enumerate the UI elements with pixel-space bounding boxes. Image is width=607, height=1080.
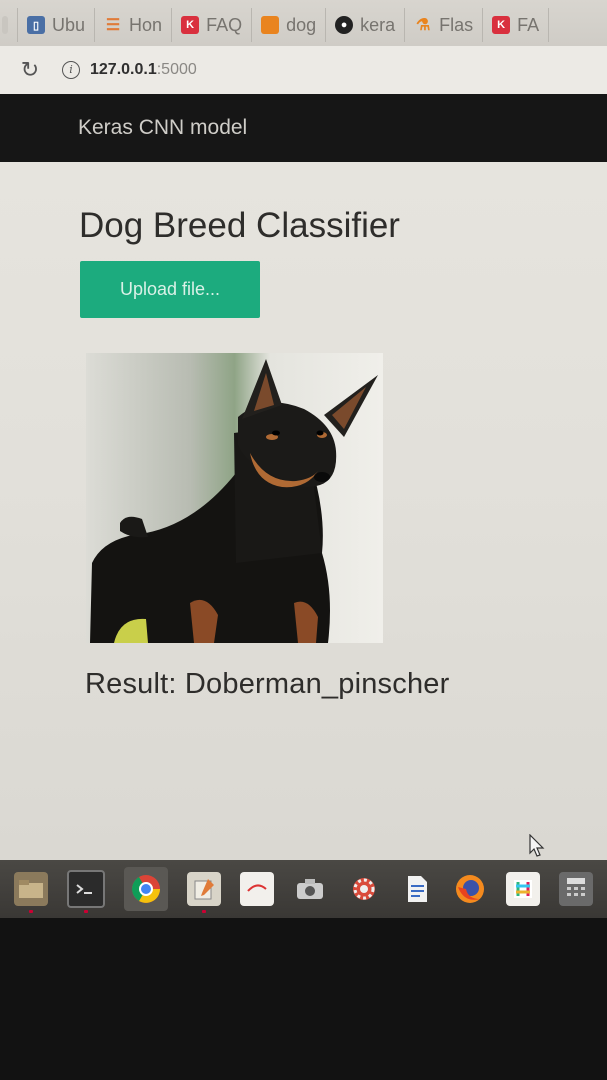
- bookmark-icon: ▯: [27, 16, 45, 34]
- upload-file-button[interactable]: Upload file...: [80, 261, 260, 318]
- result-text: Result: Doberman_pinscher: [85, 668, 450, 700]
- monitor-bezel: [0, 918, 607, 1080]
- tab-label: FAQ: [206, 14, 243, 35]
- navbar-brand[interactable]: Keras CNN model: [78, 116, 247, 140]
- main-content: Dog Breed Classifier Upload file... Resu…: [0, 162, 607, 860]
- partial-tab-icon: [2, 16, 8, 34]
- github-icon: ●: [335, 16, 354, 34]
- flask-icon: ⚗: [415, 17, 431, 34]
- address-bar: ↻ i 127.0.0.1:5000: [0, 46, 607, 95]
- dog-photo: [86, 353, 383, 643]
- url-port: :5000: [156, 61, 197, 78]
- tab-label: Hon: [129, 14, 163, 35]
- browser-screen: ▯ Ubu ☰ Hon K FAQ dog ● kera ⚗ Flas K FA…: [0, 0, 607, 860]
- url-field[interactable]: i 127.0.0.1:5000: [62, 61, 197, 79]
- navbar: Keras CNN model: [0, 94, 607, 162]
- tab-flask[interactable]: ⚗ Flas: [405, 8, 484, 42]
- camera-icon[interactable]: [293, 872, 327, 906]
- orange-page-icon: [261, 16, 280, 34]
- settings-icon[interactable]: [347, 872, 381, 906]
- tab-keras[interactable]: ● kera: [326, 8, 406, 42]
- calculator-icon[interactable]: [559, 872, 594, 906]
- text-editor-icon[interactable]: [187, 872, 222, 913]
- info-icon[interactable]: i: [62, 61, 80, 79]
- tab-partial[interactable]: [0, 8, 18, 42]
- tab-label: dog: [286, 14, 317, 35]
- page-title: Dog Breed Classifier: [79, 206, 400, 245]
- tab-label: Flas: [439, 14, 474, 35]
- kaggle-k-icon: K: [492, 16, 511, 34]
- tab-label: FA: [517, 14, 540, 35]
- url-host: 127.0.0.1: [90, 61, 157, 78]
- running-indicator: [202, 910, 207, 913]
- tab-label: Ubu: [52, 14, 86, 35]
- terminal-icon[interactable]: [66, 870, 105, 913]
- impress-icon[interactable]: [240, 872, 275, 906]
- stackoverflow-icon: ☰: [105, 17, 121, 34]
- tab-dog[interactable]: dog: [252, 8, 327, 42]
- tab-faq[interactable]: K FAQ: [172, 8, 253, 42]
- chrome-icon[interactable]: [123, 867, 168, 911]
- tab-faq-2[interactable]: K FA: [483, 8, 550, 42]
- firefox-icon[interactable]: [453, 872, 487, 906]
- files-icon[interactable]: [13, 872, 48, 913]
- tab-home[interactable]: ☰ Hon: [95, 8, 173, 42]
- mouse-cursor-icon: [529, 834, 545, 857]
- tab-strip: ▯ Ubu ☰ Hon K FAQ dog ● kera ⚗ Flas K FA: [0, 0, 607, 46]
- kaggle-k-icon: K: [181, 16, 200, 34]
- doberman-image: [86, 353, 383, 643]
- running-indicator: [28, 910, 33, 913]
- taskbar: [0, 860, 607, 918]
- tab-ubuntu[interactable]: ▯ Ubu: [18, 8, 96, 42]
- writer-icon[interactable]: [400, 872, 434, 906]
- running-indicator: [83, 910, 88, 913]
- slack-icon[interactable]: [506, 872, 541, 906]
- tab-label: kera: [360, 14, 396, 35]
- reload-icon[interactable]: ↻: [6, 57, 54, 83]
